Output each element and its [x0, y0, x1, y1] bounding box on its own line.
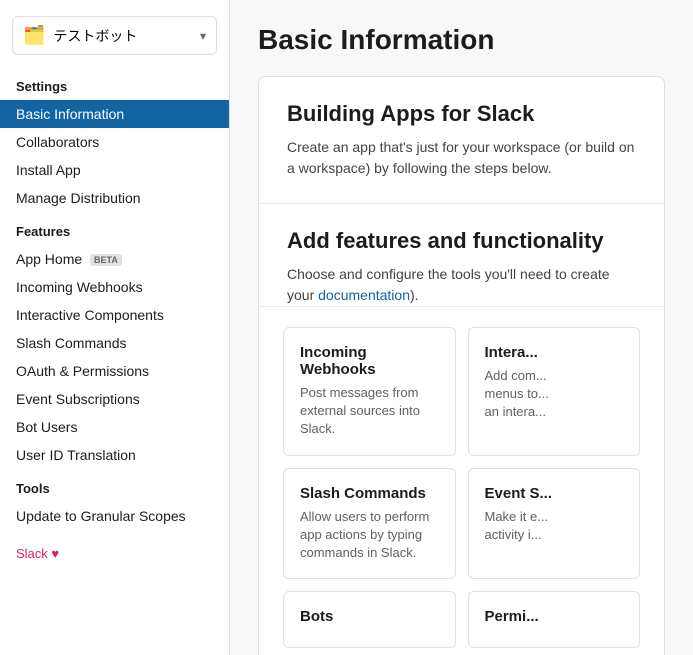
documentation-link[interactable]: documentation: [318, 287, 410, 303]
features-title: Add features and functionality: [287, 228, 636, 254]
tile-incoming-webhooks-desc: Post messages from external sources into…: [300, 384, 439, 439]
tools-section-label: Tools: [0, 469, 229, 502]
content-card: Building Apps for Slack Create an app th…: [258, 76, 665, 655]
tile-event-title: Event S...: [485, 485, 624, 502]
sidebar-item-interactive-components[interactable]: Interactive Components: [0, 301, 229, 329]
sidebar-item-app-home[interactable]: App Home BETA: [0, 245, 229, 273]
chevron-down-icon: ▾: [200, 29, 206, 43]
sidebar-item-manage-distribution[interactable]: Manage Distribution: [0, 184, 229, 212]
app-selector[interactable]: 🗂️ テストボット ▾: [12, 16, 217, 55]
main-content: Basic Information Building Apps for Slac…: [230, 0, 693, 655]
building-apps-text: Create an app that's just for your works…: [287, 137, 636, 179]
slack-love: Slack ♥: [16, 546, 213, 561]
app-name: テストボット: [53, 26, 192, 46]
sidebar-item-incoming-webhooks[interactable]: Incoming Webhooks: [0, 273, 229, 301]
tile-permissions-title: Permi...: [485, 608, 624, 625]
tile-slash-commands-desc: Allow users to perform app actions by ty…: [300, 508, 439, 563]
feature-tile-event-subscriptions[interactable]: Event S... Make it e...activity i...: [468, 468, 641, 580]
features-section: Add features and functionality Choose an…: [259, 204, 664, 307]
feature-tile-incoming-webhooks[interactable]: Incoming Webhooks Post messages from ext…: [283, 327, 456, 456]
settings-section-label: Settings: [0, 67, 229, 100]
sidebar-item-collaborators[interactable]: Collaborators: [0, 128, 229, 156]
tile-incoming-webhooks-title: Incoming Webhooks: [300, 344, 439, 378]
sidebar-item-update-granular-scopes[interactable]: Update to Granular Scopes: [0, 502, 229, 530]
tile-bots-title: Bots: [300, 608, 439, 625]
sidebar-item-basic-information[interactable]: Basic Information: [0, 100, 229, 128]
sidebar-item-event-subscriptions[interactable]: Event Subscriptions: [0, 385, 229, 413]
building-apps-section: Building Apps for Slack Create an app th…: [259, 77, 664, 204]
features-text: Choose and configure the tools you'll ne…: [287, 264, 636, 306]
app-emoji: 🗂️: [23, 25, 45, 46]
tile-slash-commands-title: Slash Commands: [300, 485, 439, 502]
page-title: Basic Information: [258, 24, 665, 56]
feature-tile-interactive-components[interactable]: Intera... Add com...menus to...an intera…: [468, 327, 641, 456]
tile-interactive-desc: Add com...menus to...an intera...: [485, 367, 624, 422]
sidebar-item-install-app[interactable]: Install App: [0, 156, 229, 184]
features-grid: Incoming Webhooks Post messages from ext…: [259, 307, 664, 655]
tile-interactive-title: Intera...: [485, 344, 624, 361]
feature-tile-permissions[interactable]: Permi...: [468, 591, 641, 648]
sidebar-item-oauth-permissions[interactable]: OAuth & Permissions: [0, 357, 229, 385]
feature-tile-slash-commands[interactable]: Slash Commands Allow users to perform ap…: [283, 468, 456, 580]
building-apps-title: Building Apps for Slack: [287, 101, 636, 127]
features-section-label: Features: [0, 212, 229, 245]
beta-badge: BETA: [90, 254, 122, 266]
sidebar-item-slash-commands[interactable]: Slash Commands: [0, 329, 229, 357]
features-text-after: ).: [410, 287, 419, 303]
sidebar: 🗂️ テストボット ▾ Settings Basic Information C…: [0, 0, 230, 655]
feature-tile-bots[interactable]: Bots: [283, 591, 456, 648]
sidebar-item-user-id-translation[interactable]: User ID Translation: [0, 441, 229, 469]
sidebar-item-bot-users[interactable]: Bot Users: [0, 413, 229, 441]
tile-event-desc: Make it e...activity i...: [485, 508, 624, 544]
